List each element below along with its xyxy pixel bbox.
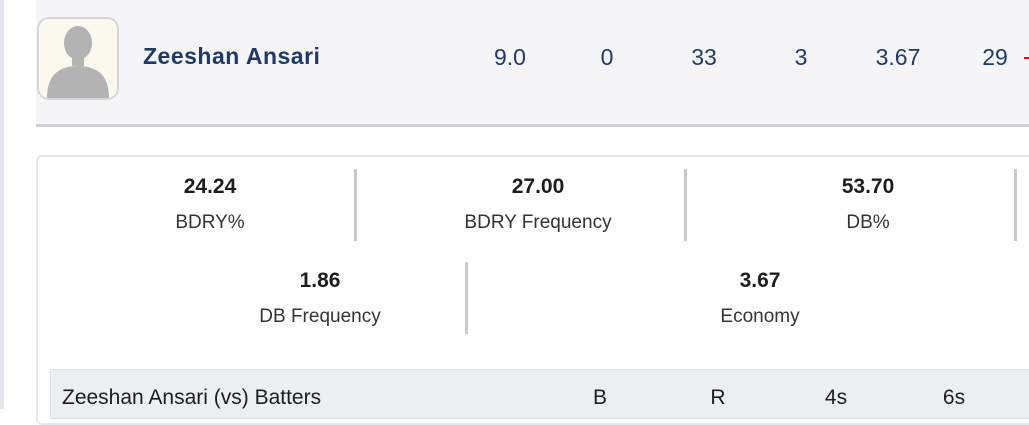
metric-label: BDRY Frequency bbox=[464, 212, 612, 233]
metric-value: 27.00 bbox=[511, 175, 565, 198]
metric-db-percent: 53.70 DB% bbox=[768, 175, 968, 234]
stat-dot-balls: 29 bbox=[982, 44, 1008, 70]
metric-value: 53.70 bbox=[841, 175, 895, 198]
metric-value: 3.67 bbox=[739, 269, 781, 292]
metric-db-frequency: 1.86 DB Frequency bbox=[210, 269, 430, 328]
metric-label: Economy bbox=[720, 306, 800, 327]
divider bbox=[684, 169, 687, 241]
left-rail bbox=[0, 0, 4, 409]
divider bbox=[465, 262, 468, 334]
player-row[interactable]: Zeeshan Ansari 9.0 0 33 3 3.67 29 bbox=[36, 0, 1029, 127]
column-balls[interactable]: B bbox=[580, 386, 620, 410]
stat-economy: 3.67 bbox=[875, 44, 921, 70]
metric-value: 24.24 bbox=[183, 175, 237, 198]
metric-economy: 3.67 Economy bbox=[660, 269, 860, 328]
accent-mark bbox=[1024, 57, 1029, 59]
stat-wickets: 3 bbox=[794, 44, 808, 70]
metric-bdry-frequency: 27.00 BDRY Frequency bbox=[418, 175, 658, 234]
stat-maidens: 0 bbox=[600, 44, 614, 70]
divider bbox=[1014, 169, 1017, 241]
metric-bdry-percent: 24.24 BDRY% bbox=[110, 175, 310, 234]
column-runs[interactable]: R bbox=[698, 386, 738, 410]
metric-label: BDRY% bbox=[175, 212, 245, 233]
batters-title: Zeeshan Ansari (vs) Batters bbox=[62, 386, 322, 409]
column-fours[interactable]: 4s bbox=[816, 386, 856, 410]
stat-overs: 9.0 bbox=[494, 44, 526, 70]
batters-table-header: Zeeshan Ansari (vs) Batters B R 4s 6s bbox=[50, 369, 1029, 419]
person-silhouette-icon bbox=[39, 19, 117, 98]
player-name[interactable]: Zeeshan Ansari bbox=[143, 43, 320, 70]
metric-value: 1.86 bbox=[299, 269, 341, 292]
stat-runs: 33 bbox=[691, 44, 717, 70]
metric-label: DB Frequency bbox=[259, 306, 381, 327]
divider bbox=[354, 169, 357, 241]
column-sixes[interactable]: 6s bbox=[934, 386, 974, 410]
metric-label: DB% bbox=[846, 212, 890, 233]
avatar bbox=[37, 17, 119, 100]
